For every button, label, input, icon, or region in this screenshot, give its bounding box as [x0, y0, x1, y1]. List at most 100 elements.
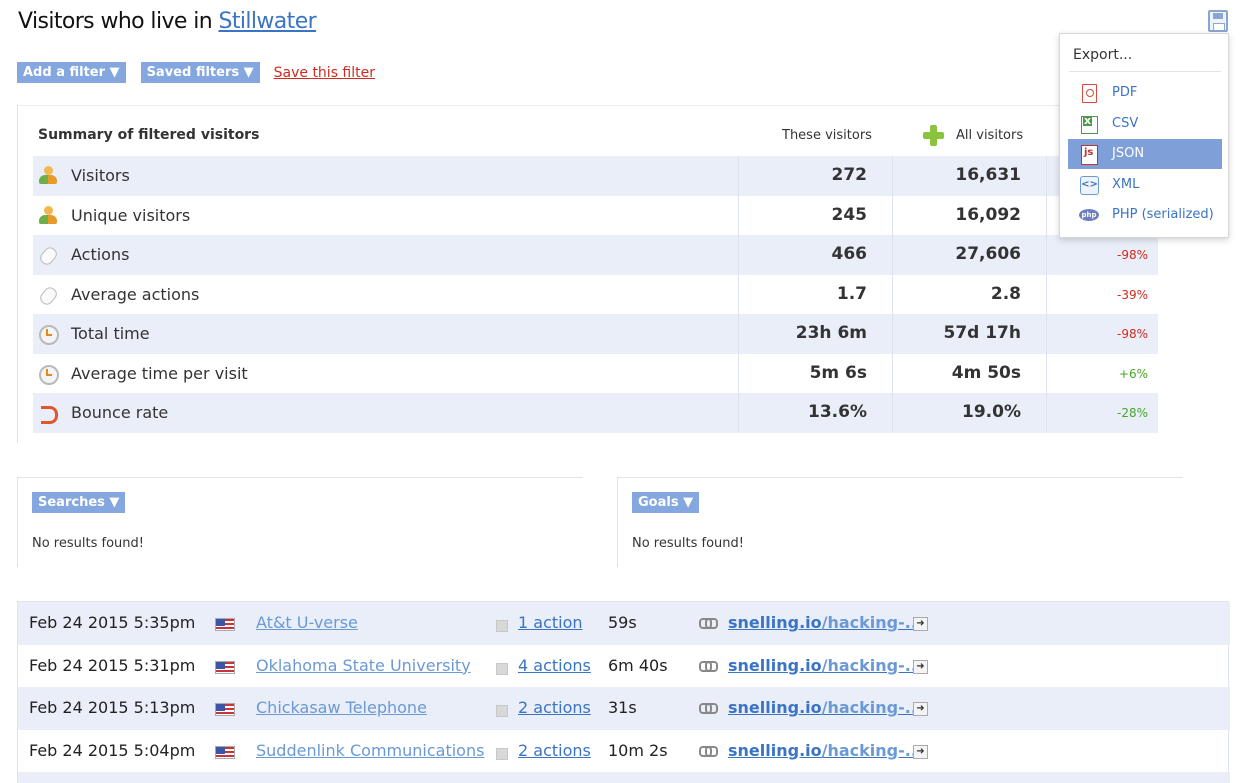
open-url-icon[interactable]: ➜	[913, 659, 928, 674]
summary-row-bounce-rate: Bounce rate 13.6% 19.0% -28%	[33, 393, 1158, 433]
plus-icon[interactable]	[923, 125, 944, 146]
link-icon	[699, 617, 718, 629]
visit-row: Feb 24 2015 5:04pm Suddenlink Communicat…	[18, 730, 1230, 773]
mouse-icon	[38, 285, 58, 305]
export-menu-heading: Export...	[1073, 47, 1133, 63]
isp-link[interactable]: Oklahoma State University	[256, 656, 471, 675]
export-xml-item[interactable]: XML	[1068, 170, 1222, 200]
page-url-link[interactable]: snelling.io/hacking-...	[728, 656, 923, 675]
summary-row-label: Unique visitors	[71, 205, 191, 225]
visit-row: Feb 24 2015 5:35pm At&t U-verse 1 action…	[18, 602, 1230, 645]
all-value: 2.8	[990, 283, 1021, 304]
summary-row-label: Bounce rate	[71, 403, 169, 422]
export-php-item[interactable]: PHP (serialized)	[1068, 200, 1222, 230]
add-filter-button[interactable]: Add a filter ▼	[17, 62, 126, 83]
actions-icon	[496, 620, 508, 632]
link-icon	[699, 702, 718, 714]
these-value: 13.6%	[808, 402, 867, 422]
these-value: 466	[831, 244, 868, 264]
export-csv-item[interactable]: CSV	[1068, 109, 1222, 139]
link-icon	[699, 660, 718, 672]
actions-icon	[496, 662, 508, 675]
visit-date: Feb 24 2015 5:13pm	[29, 698, 196, 717]
url-path: /hacking-...	[821, 698, 923, 717]
us-flag-icon	[215, 745, 235, 759]
summary-row-label: Average time per visit	[71, 363, 248, 383]
page-url-link[interactable]: snelling.io/hacking-...	[728, 698, 923, 717]
visits-list: Feb 24 2015 5:35pm At&t U-verse 1 action…	[17, 601, 1230, 783]
visit-duration: 59s	[608, 613, 637, 632]
searches-button[interactable]: Searches ▼	[32, 492, 126, 513]
actions-link[interactable]: 4 actions	[518, 656, 591, 675]
summary-title: Summary of filtered visitors	[38, 127, 260, 143]
all-value: 27,606	[955, 244, 1021, 264]
pct-change: +6%	[1118, 366, 1148, 381]
visit-date: Feb 24 2015 5:31pm	[29, 655, 196, 675]
summary-row-average-time: Average time per visit 5m 6s 4m 50s +6%	[33, 353, 1158, 393]
saved-filters-button[interactable]: Saved filters ▼	[140, 62, 260, 83]
actions-link[interactable]: 2 actions	[518, 698, 591, 717]
save-icon[interactable]	[1208, 10, 1228, 32]
column-these-visitors: These visitors	[782, 128, 872, 143]
visit-duration: 10m 2s	[608, 740, 668, 760]
visit-duration: 6m 40s	[608, 655, 668, 675]
menu-item-label: CSV	[1112, 115, 1139, 131]
these-value: 245	[831, 204, 868, 225]
these-value: 272	[831, 165, 868, 185]
goals-panel: Goals ▼ No results found!	[617, 477, 1183, 567]
isp-link[interactable]: Chickasaw Telephone	[256, 698, 427, 717]
us-flag-icon	[215, 618, 235, 631]
goals-empty-text: No results found!	[632, 536, 744, 551]
searches-panel: Searches ▼ No results found!	[17, 477, 583, 567]
clock-icon	[38, 324, 59, 345]
these-value: 5m 6s	[809, 362, 867, 383]
summary-row-visitors: Visitors 272 16,631	[33, 156, 1158, 196]
clock-icon	[38, 364, 59, 385]
summary-table: Summary of filtered visitors These visit…	[17, 105, 1158, 443]
isp-link[interactable]: At&t U-verse	[256, 613, 358, 632]
page-url-link[interactable]: snelling.io/hacking-...	[728, 741, 923, 760]
export-json-item[interactable]: JSON	[1068, 139, 1222, 169]
these-value: 1.7	[836, 283, 867, 304]
visit-row	[18, 772, 1230, 783]
bounce-icon	[38, 403, 58, 424]
visit-row: Feb 24 2015 5:31pm Oklahoma State Univer…	[18, 645, 1230, 688]
pct-change: -98%	[1116, 248, 1148, 262]
menu-item-label: PHP (serialized)	[1112, 207, 1214, 222]
visitors-icon	[38, 205, 58, 226]
pct-change: -28%	[1116, 406, 1148, 420]
open-url-icon[interactable]: ➜	[913, 702, 928, 716]
visitors-icon	[38, 166, 58, 186]
isp-link[interactable]: Suddenlink Communications	[256, 741, 484, 760]
url-domain: snelling.io	[728, 613, 822, 632]
actions-icon	[496, 747, 508, 760]
link-icon	[699, 745, 718, 757]
menu-item-label: PDF	[1112, 85, 1138, 100]
url-path: /hacking-...	[821, 740, 923, 760]
all-value: 4m 50s	[951, 362, 1021, 383]
json-icon	[1080, 145, 1098, 165]
page-url-link[interactable]: snelling.io/hacking-...	[728, 613, 923, 632]
actions-link[interactable]: 2 actions	[518, 741, 591, 760]
menu-item-label: XML	[1112, 176, 1140, 192]
us-flag-icon	[215, 703, 235, 716]
filter-bar: Add a filter ▼ Saved filters ▼ Save this…	[17, 62, 375, 83]
visit-date: Feb 24 2015 5:35pm	[29, 613, 196, 632]
export-menu: Export... PDF CSV JSON XML PHP (serializ…	[1059, 33, 1229, 238]
open-url-icon[interactable]: ➜	[913, 617, 928, 631]
url-path: /hacking-...	[821, 655, 923, 675]
visit-date: Feb 24 2015 5:04pm	[29, 740, 196, 760]
these-value: 23h 6m	[795, 323, 867, 343]
xml-icon	[1080, 175, 1099, 195]
export-pdf-item[interactable]: PDF	[1068, 78, 1222, 108]
url-domain: snelling.io	[728, 698, 822, 717]
actions-link[interactable]: 1 action	[518, 613, 583, 632]
all-value: 57d 17h	[943, 323, 1021, 343]
city-link[interactable]: Stillwater	[218, 9, 316, 34]
goals-button[interactable]: Goals ▼	[632, 492, 700, 513]
visit-row: Feb 24 2015 5:13pm Chickasaw Telephone 2…	[18, 687, 1230, 730]
visit-duration: 31s	[608, 698, 637, 717]
summary-row-unique-visitors: Unique visitors 245 16,092	[33, 195, 1158, 235]
save-filter-link[interactable]: Save this filter	[274, 65, 375, 81]
open-url-icon[interactable]: ➜	[913, 744, 928, 759]
